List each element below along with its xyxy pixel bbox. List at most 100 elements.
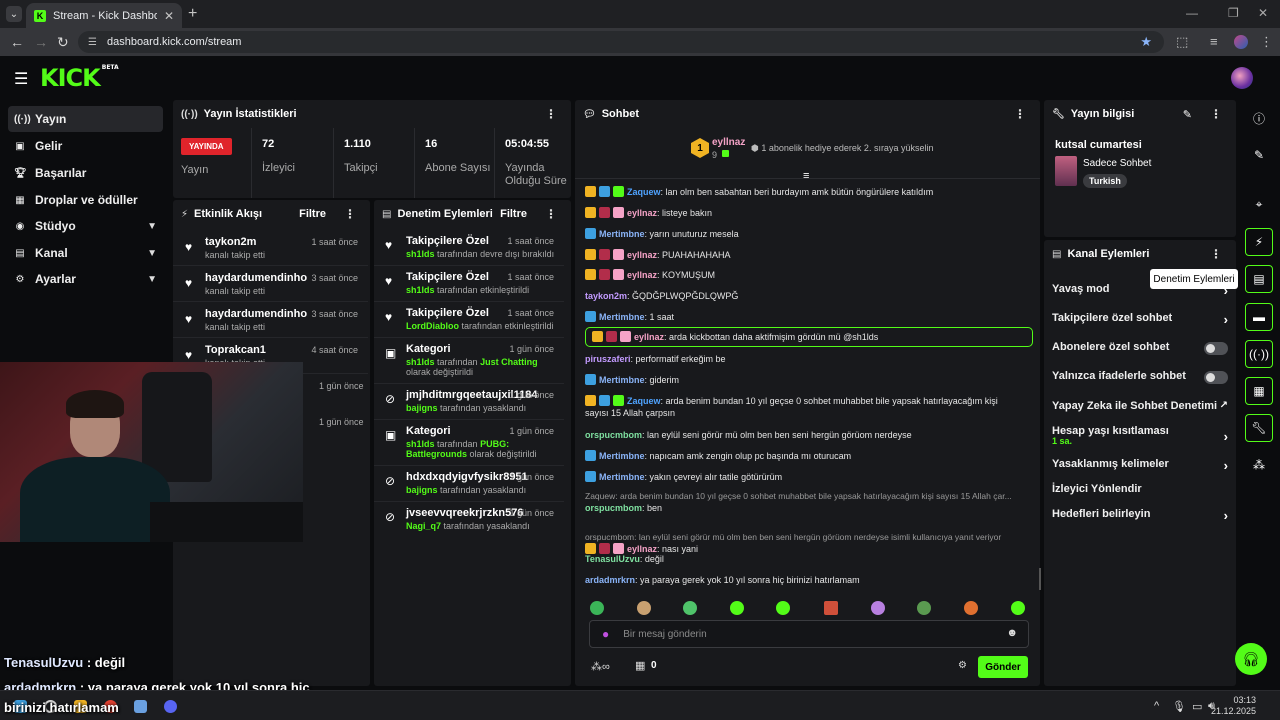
microphone-icon[interactable]: ● (602, 627, 609, 641)
chat-message[interactable]: piruszaferi: performatif erkeğim be (585, 353, 1023, 365)
chat-username[interactable]: Zaquew (627, 396, 661, 406)
close-tab-icon[interactable]: ✕ (164, 9, 174, 23)
back-icon[interactable]: ← (10, 34, 24, 50)
emote-icon[interactable] (590, 601, 604, 615)
ai-moderation-action[interactable]: Yapay Zeka ile Sohbet Denetimi ↗ (1052, 400, 1228, 418)
more-options-icon[interactable]: ⋮ (545, 107, 557, 121)
emoji-picker-icon[interactable]: ☻ (1006, 627, 1018, 639)
chat-message[interactable]: eyllnaz: KOYMUŞUM (585, 269, 1023, 281)
new-tab-icon[interactable]: + (188, 5, 197, 23)
emotes-only-action[interactable]: Yalnızca ifadelerle sohbet (1052, 370, 1228, 388)
pinned-toggle-icon[interactable]: ≡ (803, 170, 809, 182)
more-options-icon[interactable]: ⋮ (1014, 107, 1026, 121)
chat-username[interactable]: orspucmbom (585, 430, 642, 440)
chat-scrollbar[interactable] (1039, 568, 1041, 590)
sidebar-item-ayarlar[interactable]: ⚙ Ayarlar ▼ (8, 266, 163, 292)
site-info-icon[interactable]: ☰ (88, 37, 97, 48)
chat-message[interactable]: taykon2m: ĞQDĞPLWQPĞDLQWPĞ (585, 290, 1023, 302)
emote-icon[interactable] (824, 601, 838, 615)
display-icon[interactable]: ▭ (1192, 700, 1202, 713)
emote-icon[interactable] (730, 601, 744, 615)
reading-list-icon[interactable]: ≡ (1210, 34, 1218, 49)
extensions-icon[interactable]: ⬚ (1176, 34, 1188, 50)
more-options-icon[interactable]: ⋮ (1210, 247, 1222, 261)
chat-message[interactable]: TenasulUzvu: değil (585, 553, 1023, 565)
app-icon[interactable] (134, 700, 147, 713)
chat-message[interactable]: eyllnaz: listeye bakın (585, 207, 1023, 219)
sidebar-item-gelir[interactable]: ▣ Gelir (8, 133, 163, 159)
minimize-icon[interactable]: — (1186, 6, 1198, 20)
reload-icon[interactable]: ↻ (57, 34, 69, 51)
chat-message[interactable]: Mertimbne: giderim (585, 374, 1023, 386)
wrench-icon[interactable]: 🔧︎ (1245, 414, 1273, 442)
emote-icon[interactable] (1011, 601, 1025, 615)
emote-icon[interactable] (871, 601, 885, 615)
emote-icon[interactable] (683, 601, 697, 615)
chat-message[interactable]: Zaquew: lan olm ben sabahtan beri burday… (585, 186, 1023, 198)
followers-only-action[interactable]: Takipçilere özel sohbet › (1052, 312, 1228, 330)
top-gifter-name[interactable]: eyllnaz (712, 137, 745, 148)
more-options-icon[interactable]: ⋮ (545, 207, 557, 221)
tray-chevron-icon[interactable]: ^ (1154, 700, 1159, 712)
emote-icon[interactable] (964, 601, 978, 615)
raid-action[interactable]: İzleyici Yönlendir (1052, 483, 1228, 501)
taskbar-clock[interactable]: 03:13 21.12.2025 (1211, 695, 1256, 717)
chat-message[interactable]: eyllnaz: arda kickbottan daha aktifmişim… (585, 327, 1033, 347)
browser-tab[interactable]: K Stream - Kick Dashboard ✕ (26, 3, 182, 28)
sidebar-item-kanal[interactable]: ▤ Kanal ▼ (8, 240, 163, 266)
send-button[interactable]: Gönder (978, 656, 1028, 678)
tab-search-icon[interactable]: ⌄ (6, 6, 22, 22)
chat-username[interactable]: piruszaferi (585, 354, 631, 364)
user-avatar[interactable] (1231, 67, 1253, 89)
address-bar[interactable]: ☰ dashboard.kick.com/stream ★ (78, 31, 1164, 53)
kick-logo[interactable]: KICK BETA (40, 64, 119, 92)
chat-message[interactable]: orspucmbom: lan eylül seni görür mü olm … (585, 531, 1023, 555)
chat-username[interactable]: Mertimbne (599, 229, 645, 239)
filter-button[interactable]: Filtre (299, 208, 326, 220)
chat-username[interactable]: Mertimbne (599, 312, 645, 322)
hamburger-menu-icon[interactable]: ☰ (14, 69, 28, 89)
capture-icon[interactable]: ⌖ (1245, 190, 1273, 218)
chat-message[interactable]: Zaquew: arda benim bundan 10 yıl geçse 0… (585, 490, 1023, 514)
support-headset-icon[interactable]: 🎧︎ (1235, 643, 1267, 675)
close-window-icon[interactable]: ✕ (1258, 6, 1268, 20)
chat-message[interactable]: Mertimbne: yarın unuturuz mesela (585, 228, 1023, 240)
emote-icon[interactable] (776, 601, 790, 615)
account-age-action[interactable]: Hesap yaşı kısıtlaması › (1052, 425, 1228, 444)
more-options-icon[interactable]: ⋮ (1210, 107, 1222, 121)
chat-username[interactable]: TenasulUzvu (585, 554, 640, 564)
chat-username[interactable]: eyllnaz (634, 332, 664, 342)
layout-icon[interactable]: ▦ (1245, 377, 1273, 405)
sidebar-item-yayin[interactable]: ((·)) Yayın (8, 106, 163, 132)
chat-message[interactable]: ardadmrkrn: ya paraya gerek yok 10 yıl s… (585, 574, 1023, 586)
broadcast-icon[interactable]: ((·)) (1245, 340, 1273, 368)
chat-username[interactable]: Mertimbne (599, 375, 645, 385)
chat-username[interactable]: eyllnaz (627, 208, 657, 218)
chat-username[interactable]: Mertimbne (599, 472, 645, 482)
chat-settings-gear-icon[interactable]: ⚙ (958, 660, 967, 671)
bookmark-star-icon[interactable]: ★ (1140, 34, 1152, 50)
banned-words-action[interactable]: Yasaklanmış kelimeler › (1052, 458, 1228, 476)
forward-icon[interactable]: → (34, 34, 48, 50)
chat-message[interactable]: Mertimbne: napıcam amk zengin olup pc ba… (585, 450, 1023, 462)
chat-username[interactable]: eyllnaz (627, 250, 657, 260)
chat-bubble-icon[interactable]: ▬ (1245, 303, 1273, 331)
sidebar-item-studyo[interactable]: ◉ Stüdyo ▼ (8, 213, 163, 239)
emotes-only-toggle[interactable] (1204, 371, 1228, 384)
browser-menu-icon[interactable]: ⋮ (1260, 34, 1273, 50)
restore-icon[interactable]: ❐ (1228, 6, 1239, 20)
chat-message[interactable]: Mertimbne: 1 saat (585, 311, 1023, 323)
emote-icon[interactable] (917, 601, 931, 615)
more-options-icon[interactable]: ⋮ (344, 207, 356, 221)
lightning-icon[interactable]: ⚡︎ (1245, 228, 1273, 256)
microphone-icon[interactable]: 🎙︎ (1172, 700, 1186, 713)
subscribers-only-action[interactable]: Abonelere özel sohbet (1052, 341, 1228, 359)
browser-profile-avatar[interactable] (1234, 35, 1248, 49)
chat-message[interactable]: orspucmbom: lan eylül seni görür mü olm … (585, 429, 1023, 441)
channel-points-icon[interactable]: ⁂∞ (591, 660, 610, 673)
sidebar-item-droplar[interactable]: ▦ Droplar ve ödüller (8, 187, 163, 213)
chat-username[interactable]: Zaquew (627, 187, 661, 197)
chat-username[interactable]: eyllnaz (627, 270, 657, 280)
moderation-log-icon[interactable]: ▤ (1245, 265, 1273, 293)
edit-pencil-icon[interactable]: ✎ (1183, 108, 1192, 121)
